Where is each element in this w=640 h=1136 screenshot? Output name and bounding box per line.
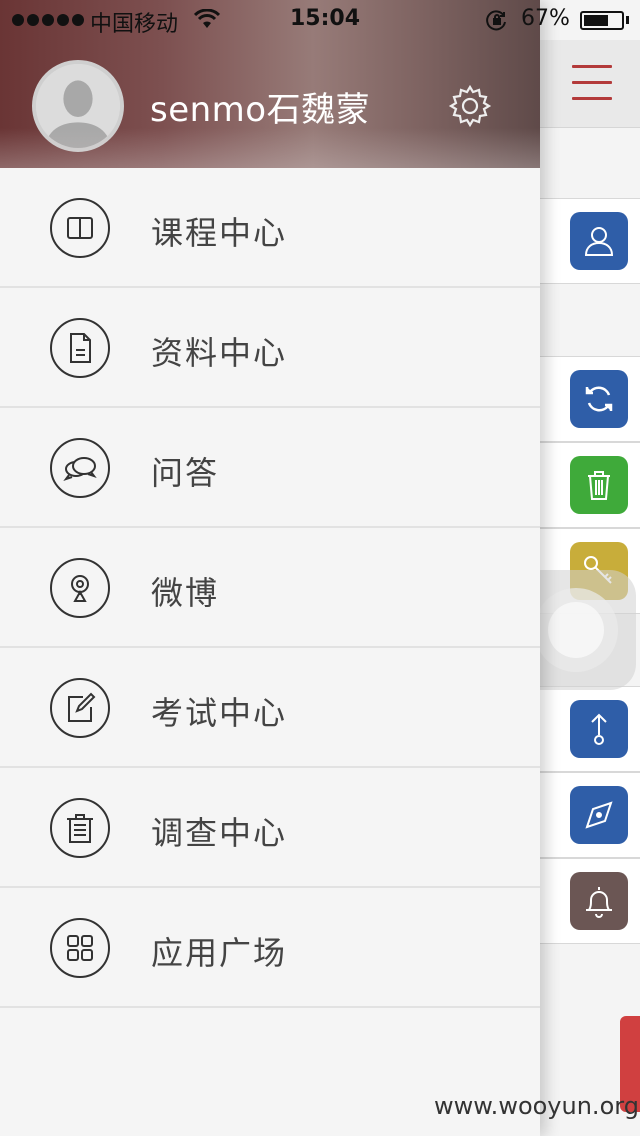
- right-row-compass[interactable]: [540, 772, 640, 858]
- menu-item-exams[interactable]: 考试中心: [0, 648, 540, 768]
- menu-item-courses[interactable]: 课程中心: [0, 168, 540, 288]
- status-time: 15:04: [290, 6, 361, 31]
- book-icon: [50, 198, 110, 258]
- menu-item-apps[interactable]: 应用广场: [0, 888, 540, 1008]
- rotation-lock-icon: [486, 10, 506, 31]
- chat-bubbles-icon: [50, 438, 110, 498]
- right-top-bar: [540, 40, 640, 128]
- menu-item-weibo[interactable]: 微博: [0, 528, 540, 648]
- drawer-menu: 课程中心 资料中心 问答 微博 考试中心 调查中心 应用广场: [0, 168, 540, 1008]
- menu-item-materials[interactable]: 资料中心: [0, 288, 540, 408]
- menu-item-label: 考试中心: [151, 694, 288, 732]
- menu-item-label: 应用广场: [151, 934, 288, 972]
- battery-icon: [580, 11, 624, 30]
- refresh-icon[interactable]: [570, 370, 628, 428]
- username[interactable]: senmo石魏蒙: [150, 82, 370, 131]
- wifi-icon: [194, 9, 220, 28]
- trash-icon[interactable]: [570, 456, 628, 514]
- menu-item-label: 微博: [151, 574, 220, 612]
- document-icon: [50, 318, 110, 378]
- edit-icon: [50, 678, 110, 738]
- signal-strength-icon: [12, 14, 84, 26]
- survey-icon: [50, 798, 110, 858]
- avatar[interactable]: [32, 60, 124, 152]
- menu-item-label: 调查中心: [151, 814, 288, 852]
- right-row-user[interactable]: [540, 198, 640, 284]
- navigation-drawer: senmo石魏蒙 课程中心 资料中心 问答 微博 考试中心 调查中心 应用广场: [0, 0, 540, 1136]
- apps-grid-icon: [50, 918, 110, 978]
- battery-percentage: 67%: [521, 6, 570, 31]
- watermark: www.wooyun.org: [434, 1092, 639, 1120]
- compass-icon[interactable]: [570, 786, 628, 844]
- battery-nub: [626, 16, 629, 24]
- menu-item-label: 课程中心: [151, 214, 288, 252]
- menu-item-surveys[interactable]: 调查中心: [0, 768, 540, 888]
- menu-item-label: 资料中心: [151, 334, 288, 372]
- bell-icon[interactable]: [570, 872, 628, 930]
- carrier-name: 中国移动: [90, 12, 179, 37]
- battery-fill: [584, 15, 608, 26]
- right-row-bell[interactable]: [540, 858, 640, 944]
- menu-item-qa[interactable]: 问答: [0, 408, 540, 528]
- menu-item-label: 问答: [151, 454, 220, 492]
- status-bar: 中国移动 15:04 67%: [0, 0, 640, 40]
- hamburger-menu-icon[interactable]: [572, 65, 612, 101]
- user-icon[interactable]: [570, 212, 628, 270]
- weibo-icon: [50, 558, 110, 618]
- right-row-upload[interactable]: [540, 686, 640, 772]
- right-row-refresh[interactable]: [540, 356, 640, 442]
- right-panel: [540, 0, 640, 1136]
- right-row-trash[interactable]: [540, 442, 640, 528]
- upload-icon[interactable]: [570, 700, 628, 758]
- settings-gear-icon[interactable]: [448, 84, 492, 128]
